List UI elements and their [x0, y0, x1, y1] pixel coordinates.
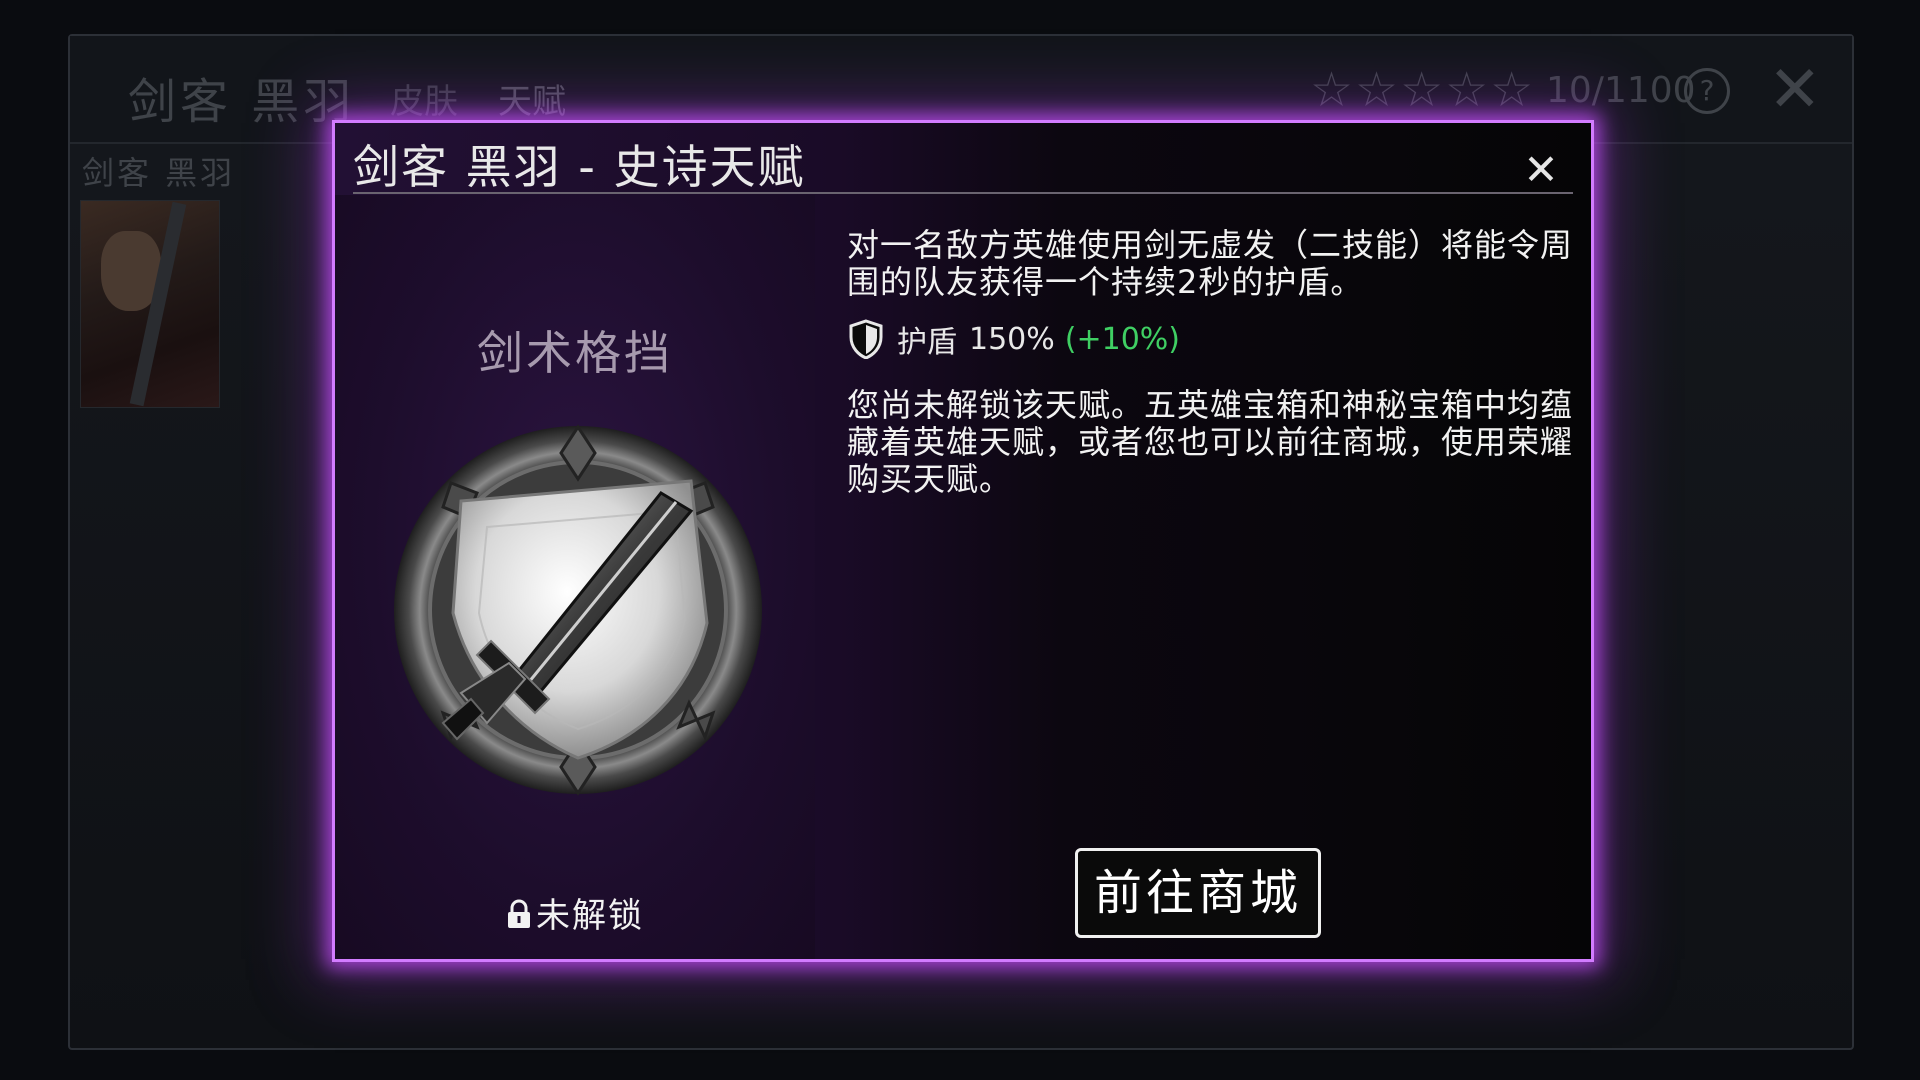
background-title: 剑客 黑羽	[128, 74, 356, 130]
tab-talent[interactable]: 天赋	[498, 74, 566, 123]
star-icon: ☆	[1310, 62, 1354, 118]
talent-description: 对一名敌方英雄使用剑无虚发（二技能）将能令周围的队友获得一个持续2秒的护盾。	[847, 226, 1574, 301]
talent-name: 剑术格挡	[477, 326, 673, 380]
hero-name: 剑客 黑羽	[82, 154, 236, 192]
lock-icon	[508, 899, 530, 928]
star-icon: ☆	[1490, 62, 1534, 118]
help-icon[interactable]: ?	[1684, 68, 1730, 114]
talent-modal: 剑术格挡 未解锁 剑客 黑羽 - 史诗天赋 ✕ 对一名敌方英雄使用剑无虚发（二技…	[332, 120, 1594, 962]
stat-bonus: (+10%)	[1064, 321, 1181, 357]
rating-stars: ☆ ☆ ☆ ☆ ☆	[1310, 66, 1533, 114]
talent-stat: 护盾 150% (+10%)	[849, 317, 1180, 361]
tab-skin[interactable]: 皮肤	[390, 74, 458, 123]
stat-label: 护盾	[897, 325, 957, 360]
go-to-shop-button[interactable]: 前往商城	[1075, 848, 1321, 938]
unlock-info: 您尚未解锁该天赋。五英雄宝箱和神秘宝箱中均蕴藏着英雄天赋，或者您也可以前往商城，…	[847, 386, 1574, 498]
background-close-icon[interactable]: ✕	[1768, 58, 1822, 122]
star-icon: ☆	[1400, 62, 1444, 118]
close-icon[interactable]: ✕	[1520, 149, 1562, 191]
star-icon: ☆	[1445, 62, 1489, 118]
shield-icon	[849, 319, 883, 359]
score-counter: 10/1100	[1546, 70, 1696, 111]
lock-status-label: 未解锁	[536, 896, 644, 936]
lock-status: 未解锁	[335, 888, 815, 937]
hero-portrait[interactable]	[80, 200, 220, 408]
sword-shield-emblem-icon	[394, 424, 762, 796]
title-divider	[353, 192, 1573, 194]
talent-preview-panel: 剑术格挡 未解锁	[335, 195, 815, 959]
star-icon: ☆	[1355, 62, 1399, 118]
stat-value: 150%	[969, 321, 1055, 357]
modal-title: 剑客 黑羽 - 史诗天赋	[353, 140, 806, 194]
